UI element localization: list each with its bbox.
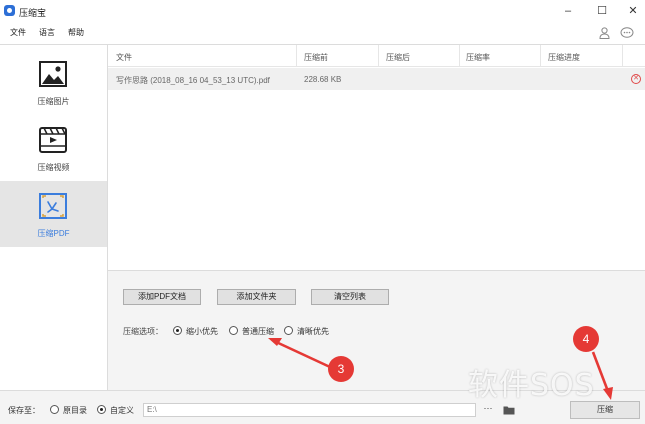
- radio-custom-dir[interactable]: [97, 405, 106, 414]
- close-button[interactable]: ✕: [620, 3, 645, 19]
- clear-list-button[interactable]: 清空列表: [311, 289, 389, 305]
- menu-bar: 文件 语言 帮助: [0, 24, 645, 40]
- column-separator: [540, 45, 541, 67]
- add-pdf-button[interactable]: 添加PDF文档: [123, 289, 201, 305]
- user-icon[interactable]: [599, 27, 610, 39]
- cell-size-before: 228.68 KB: [304, 75, 342, 84]
- save-to-label: 保存至：: [8, 406, 40, 415]
- save-path-input[interactable]: E:\: [143, 403, 476, 417]
- app-logo-icon: [4, 5, 15, 16]
- menu-language[interactable]: 语言: [39, 27, 55, 38]
- sidebar-item-compress-pdf[interactable]: 压缩PDF: [0, 181, 107, 247]
- table-header: 文件 压缩前 压缩后 压缩率 压缩进度: [108, 45, 645, 67]
- option-custom-dir[interactable]: 自定义: [110, 405, 134, 416]
- minimize-button[interactable]: –: [555, 3, 581, 19]
- cell-file-name: 写作思路 (2018_08_16 04_53_13 UTC).pdf: [116, 76, 270, 85]
- add-folder-button[interactable]: 添加文件夹: [217, 289, 296, 305]
- video-icon: [39, 127, 67, 153]
- menu-file[interactable]: 文件: [10, 27, 26, 38]
- radio-clarity-first[interactable]: [284, 326, 293, 335]
- column-header-rate[interactable]: 压缩率: [466, 52, 490, 63]
- annotation-step-4: 4: [573, 326, 599, 352]
- sidebar-item-label: 压缩PDF: [37, 229, 70, 238]
- delete-row-icon[interactable]: ✕: [631, 74, 641, 84]
- column-header-after[interactable]: 压缩后: [386, 52, 410, 63]
- folder-icon[interactable]: [503, 405, 515, 415]
- sidebar-item-compress-image[interactable]: 压缩图片: [0, 49, 107, 115]
- chat-icon[interactable]: [620, 27, 634, 39]
- radio-smaller-first[interactable]: [173, 326, 182, 335]
- pdf-icon: [39, 193, 67, 219]
- image-icon: [39, 61, 67, 87]
- option-smaller-first[interactable]: 缩小优先: [186, 326, 218, 337]
- window-title: 压缩宝: [19, 8, 47, 18]
- file-table: 文件 压缩前 压缩后 压缩率 压缩进度 写作思路 (2018_08_16 04_…: [108, 45, 645, 270]
- sidebar-item-compress-video[interactable]: 压缩视频: [0, 115, 107, 181]
- table-row[interactable]: 写作思路 (2018_08_16 04_53_13 UTC).pdf 228.6…: [108, 68, 645, 90]
- sidebar-item-label: 压缩图片: [37, 97, 70, 106]
- browse-button[interactable]: ···: [478, 403, 498, 417]
- column-separator: [296, 45, 297, 67]
- option-clarity-first[interactable]: 清晰优先: [297, 326, 329, 337]
- sidebar: 压缩图片 压缩视频 压缩PDF: [0, 45, 108, 390]
- column-separator: [622, 45, 623, 67]
- column-header-file[interactable]: 文件: [116, 52, 132, 63]
- compress-options-label: 压缩选项：: [123, 327, 163, 336]
- radio-original-dir[interactable]: [50, 405, 59, 414]
- column-separator: [459, 45, 460, 67]
- watermark: 软件SOS: [468, 368, 595, 403]
- maximize-button[interactable]: ☐: [589, 3, 615, 19]
- column-header-before[interactable]: 压缩前: [304, 52, 328, 63]
- title-bar: 压缩宝 – ☐ ✕: [0, 0, 645, 22]
- radio-normal[interactable]: [229, 326, 238, 335]
- column-header-progress[interactable]: 压缩进度: [548, 52, 580, 63]
- column-separator: [378, 45, 379, 67]
- sidebar-item-label: 压缩视频: [37, 163, 70, 172]
- menu-help[interactable]: 帮助: [68, 27, 84, 38]
- option-original-dir[interactable]: 原目录: [63, 405, 87, 416]
- option-normal[interactable]: 普通压缩: [242, 326, 274, 337]
- annotation-step-3: 3: [328, 356, 354, 382]
